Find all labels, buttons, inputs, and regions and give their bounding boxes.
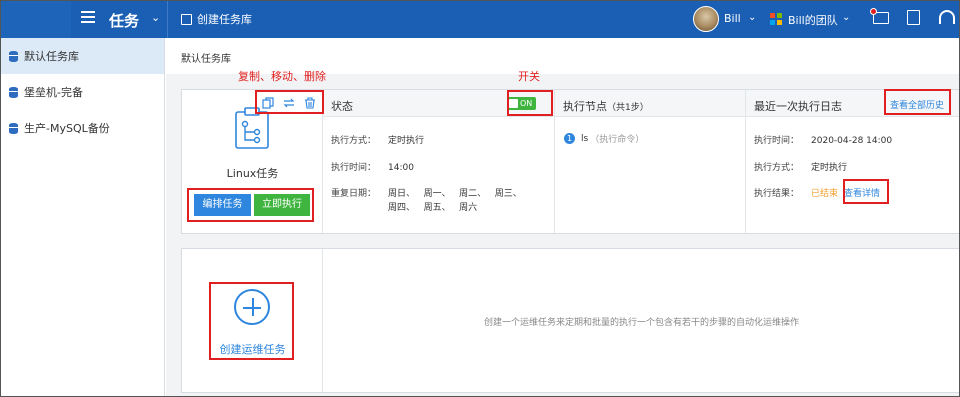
step-item[interactable]: 1 ls （执行命令）	[564, 132, 644, 145]
avatar[interactable]	[693, 6, 719, 32]
nodes-header: 执行节点（共1步）	[555, 90, 745, 117]
database-icon	[9, 50, 18, 62]
log-time-row: 执行时间： 2020-04-28 14:00	[754, 136, 893, 146]
create-library-label: 创建任务库	[197, 13, 252, 26]
annotation-box-details	[843, 179, 889, 204]
annotation-box-create	[209, 282, 294, 360]
nodes-title: 执行节点	[563, 100, 607, 113]
logo-area	[1, 1, 71, 38]
sidebar-item-label: 堡垒机-完备	[24, 86, 83, 99]
exec-mode-row: 执行方式： 定时执行	[331, 136, 425, 146]
main-content: 默认任务库 复制、移动、删除 开关 Linux任务 编排任务 立即执行 状态 O…	[166, 38, 959, 396]
task-name: Linux任务	[226, 167, 279, 180]
annotation-box-actions	[255, 90, 324, 114]
log-title: 最近一次执行日志	[754, 100, 842, 113]
hamburger-menu-icon[interactable]	[81, 11, 95, 25]
repeat-days-line-2: 周四、 周五、 周六	[388, 203, 478, 213]
user-chevron-down-icon[interactable]: ⌄	[748, 12, 756, 23]
sidebar-item-label: 默认任务库	[24, 50, 79, 63]
app-window: 任务 ⌄ 创建任务库 Bill ⌄ Bill的团队 ⌄ 默认任务库 堡垒机-完备	[0, 0, 960, 397]
team-chevron-down-icon[interactable]: ⌄	[842, 12, 850, 23]
log-result-status: 已结束	[811, 189, 839, 199]
app-title[interactable]: 任务	[109, 10, 139, 31]
step-name: ls	[581, 133, 589, 144]
sidebar-item-mysql-backup[interactable]: 生产-MySQL备份	[1, 110, 164, 146]
library-icon	[181, 13, 192, 25]
annotation-copy-move-delete: 复制、移动、删除	[238, 70, 326, 83]
status-title: 状态	[331, 100, 353, 113]
annotation-box-buttons	[187, 188, 314, 222]
annotation-box-history	[884, 89, 951, 115]
headset-icon[interactable]	[939, 10, 955, 24]
annotation-box-toggle	[507, 90, 553, 116]
user-name[interactable]: Bill	[724, 12, 741, 25]
log-mode-row: 执行方式： 定时执行	[754, 163, 848, 173]
sidebar-item-default[interactable]: 默认任务库	[1, 38, 164, 74]
sidebar-item-bastion[interactable]: 堡垒机-完备	[1, 74, 164, 110]
step-number-badge: 1	[564, 133, 575, 144]
chevron-down-icon[interactable]: ⌄	[151, 11, 160, 24]
database-icon	[9, 86, 18, 98]
create-task-hint: 创建一个运维任务来定期和批量的执行一个包含有若干的步骤的自动化运维操作	[483, 318, 799, 328]
database-icon	[9, 122, 18, 134]
nodes-count: （共1步）	[607, 103, 649, 113]
nodes-column: 执行节点（共1步） 1 ls （执行命令）	[555, 90, 746, 233]
repeat-row: 重复日期：	[331, 189, 377, 199]
step-type: （执行命令）	[590, 135, 645, 145]
notification-dot	[870, 8, 877, 15]
team-name[interactable]: Bill的团队	[788, 12, 838, 28]
sidebar-item-label: 生产-MySQL备份	[24, 122, 110, 135]
annotation-switch: 开关	[518, 70, 540, 83]
clipboard-check-icon[interactable]	[907, 10, 920, 25]
exec-time-row: 执行时间： 14:00	[331, 163, 414, 173]
create-task-card: 创建运维任务 创建一个运维任务来定期和批量的执行一个包含有若干的步骤的自动化运维…	[181, 248, 959, 393]
team-windows-icon	[770, 13, 782, 25]
sidebar: 默认任务库 堡垒机-完备 生产-MySQL备份	[1, 38, 165, 396]
divider	[167, 1, 168, 38]
create-library-button[interactable]: 创建任务库	[181, 11, 252, 27]
repeat-days-line-1: 周日、 周一、 周二、 周三、	[388, 189, 522, 199]
top-bar: 任务 ⌄ 创建任务库 Bill ⌄ Bill的团队 ⌄	[1, 1, 959, 38]
